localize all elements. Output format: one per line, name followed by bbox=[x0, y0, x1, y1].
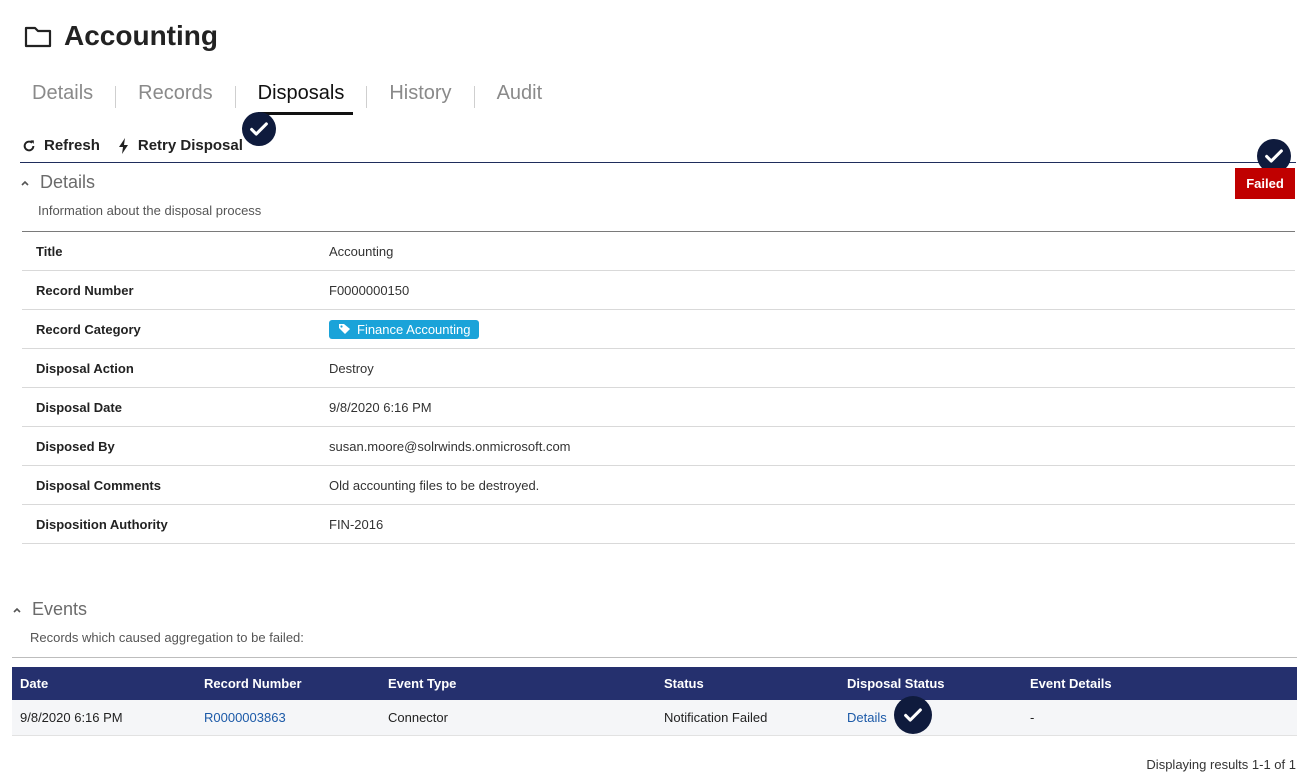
column-header[interactable]: Event Type bbox=[380, 676, 656, 691]
checkmark-icon bbox=[250, 122, 268, 136]
category-tag-label: Finance Accounting bbox=[357, 321, 471, 337]
field-value: F0000000150 bbox=[329, 282, 410, 298]
table-row: 9/8/2020 6:16 PM R0000003863 Connector N… bbox=[12, 700, 1297, 736]
table-row: Disposal Comments Old accounting files t… bbox=[22, 466, 1295, 505]
checkmark-icon bbox=[1265, 149, 1283, 163]
field-label: Disposal Date bbox=[36, 399, 122, 415]
tab-divider bbox=[115, 85, 117, 108]
events-table: Date Record Number Event Type Status Dis… bbox=[12, 667, 1297, 736]
field-value: 9/8/2020 6:16 PM bbox=[329, 399, 432, 415]
field-label: Disposal Comments bbox=[36, 477, 161, 493]
refresh-icon bbox=[23, 139, 35, 151]
folder-icon bbox=[24, 26, 52, 48]
field-label: Disposition Authority bbox=[36, 516, 168, 532]
field-value: Finance Accounting bbox=[329, 319, 480, 339]
record-number-link[interactable]: R0000003863 bbox=[196, 710, 380, 725]
column-header[interactable]: Status bbox=[656, 676, 839, 691]
field-label: Record Category bbox=[36, 321, 141, 337]
category-tag[interactable]: Finance Accounting bbox=[329, 319, 480, 339]
retry-disposal-button[interactable]: Retry Disposal bbox=[118, 137, 243, 154]
column-header[interactable]: Record Number bbox=[196, 676, 380, 691]
tab-disposals[interactable]: Disposals bbox=[246, 80, 357, 115]
field-label: Title bbox=[36, 243, 63, 259]
event-status: Notification Failed bbox=[664, 710, 768, 725]
page-title: Accounting bbox=[64, 20, 218, 51]
table-header: Date Record Number Event Type Status Dis… bbox=[12, 667, 1297, 700]
tab-divider bbox=[473, 85, 475, 108]
tab-audit[interactable]: Audit bbox=[485, 80, 555, 113]
tab-divider bbox=[234, 85, 236, 108]
details-section-toggle[interactable]: Details bbox=[20, 172, 95, 193]
field-label: Record Number bbox=[36, 282, 134, 298]
field-value: Accounting bbox=[329, 243, 394, 259]
field-value: susan.moore@solrwinds.onmicrosoft.com bbox=[329, 438, 571, 454]
lightning-icon bbox=[118, 137, 128, 154]
field-label: Disposal Action bbox=[36, 360, 134, 376]
table-row: Record Category Finance Accounting bbox=[22, 310, 1295, 349]
events-section-toggle[interactable]: Events bbox=[12, 599, 87, 620]
toolbar: Refresh Retry Disposal bbox=[22, 137, 243, 154]
field-value: FIN-2016 bbox=[329, 516, 384, 532]
details-table: Title Accounting Record Number F00000001… bbox=[22, 231, 1295, 544]
events-heading: Events bbox=[32, 599, 88, 619]
page-header: Accounting bbox=[24, 20, 218, 52]
event-type: Connector bbox=[388, 710, 448, 725]
pagination-summary: Displaying results 1-1 of 1 bbox=[1146, 757, 1296, 772]
events-subtitle: Records which caused aggregation to be f… bbox=[30, 630, 304, 645]
tab-details[interactable]: Details bbox=[20, 80, 105, 113]
table-row: Disposal Date 9/8/2020 6:16 PM bbox=[22, 388, 1295, 427]
table-row: Record Number F0000000150 bbox=[22, 271, 1295, 310]
table-row: Title Accounting bbox=[22, 232, 1295, 271]
field-label: Disposed By bbox=[36, 438, 115, 454]
tab-history[interactable]: History bbox=[377, 80, 463, 113]
column-header[interactable]: Date bbox=[12, 676, 196, 691]
field-value: Destroy bbox=[329, 360, 374, 376]
table-row: Disposed By susan.moore@solrwinds.onmicr… bbox=[22, 427, 1295, 466]
refresh-label: Refresh bbox=[44, 137, 100, 154]
tab-records[interactable]: Records bbox=[126, 80, 224, 113]
table-row: Disposal Action Destroy bbox=[22, 349, 1295, 388]
tag-icon bbox=[339, 324, 350, 334]
retry-disposal-label: Retry Disposal bbox=[137, 137, 243, 154]
checkmark-icon bbox=[904, 708, 922, 722]
chevron-up-icon bbox=[21, 180, 29, 186]
column-header[interactable]: Event Details bbox=[1022, 676, 1297, 691]
toolbar-divider bbox=[20, 162, 1296, 163]
field-value: Old accounting files to be destroyed. bbox=[329, 477, 540, 493]
tab-bar: Details Records Disposals History Audit bbox=[20, 80, 555, 115]
details-subtitle: Information about the disposal process bbox=[38, 203, 262, 218]
column-header[interactable]: Disposal Status bbox=[839, 676, 1022, 691]
status-badge: Failed bbox=[1235, 168, 1295, 199]
event-date: 9/8/2020 6:16 PM bbox=[20, 710, 123, 725]
table-row: Disposition Authority FIN-2016 bbox=[22, 505, 1295, 544]
refresh-button[interactable]: Refresh bbox=[22, 137, 100, 154]
events-divider bbox=[12, 657, 1297, 658]
chevron-up-icon bbox=[13, 607, 21, 613]
check-badge-icon bbox=[894, 696, 932, 734]
check-badge-icon bbox=[242, 112, 276, 146]
tab-divider bbox=[366, 85, 368, 108]
details-heading: Details bbox=[40, 172, 96, 192]
event-details: - bbox=[1030, 710, 1035, 725]
